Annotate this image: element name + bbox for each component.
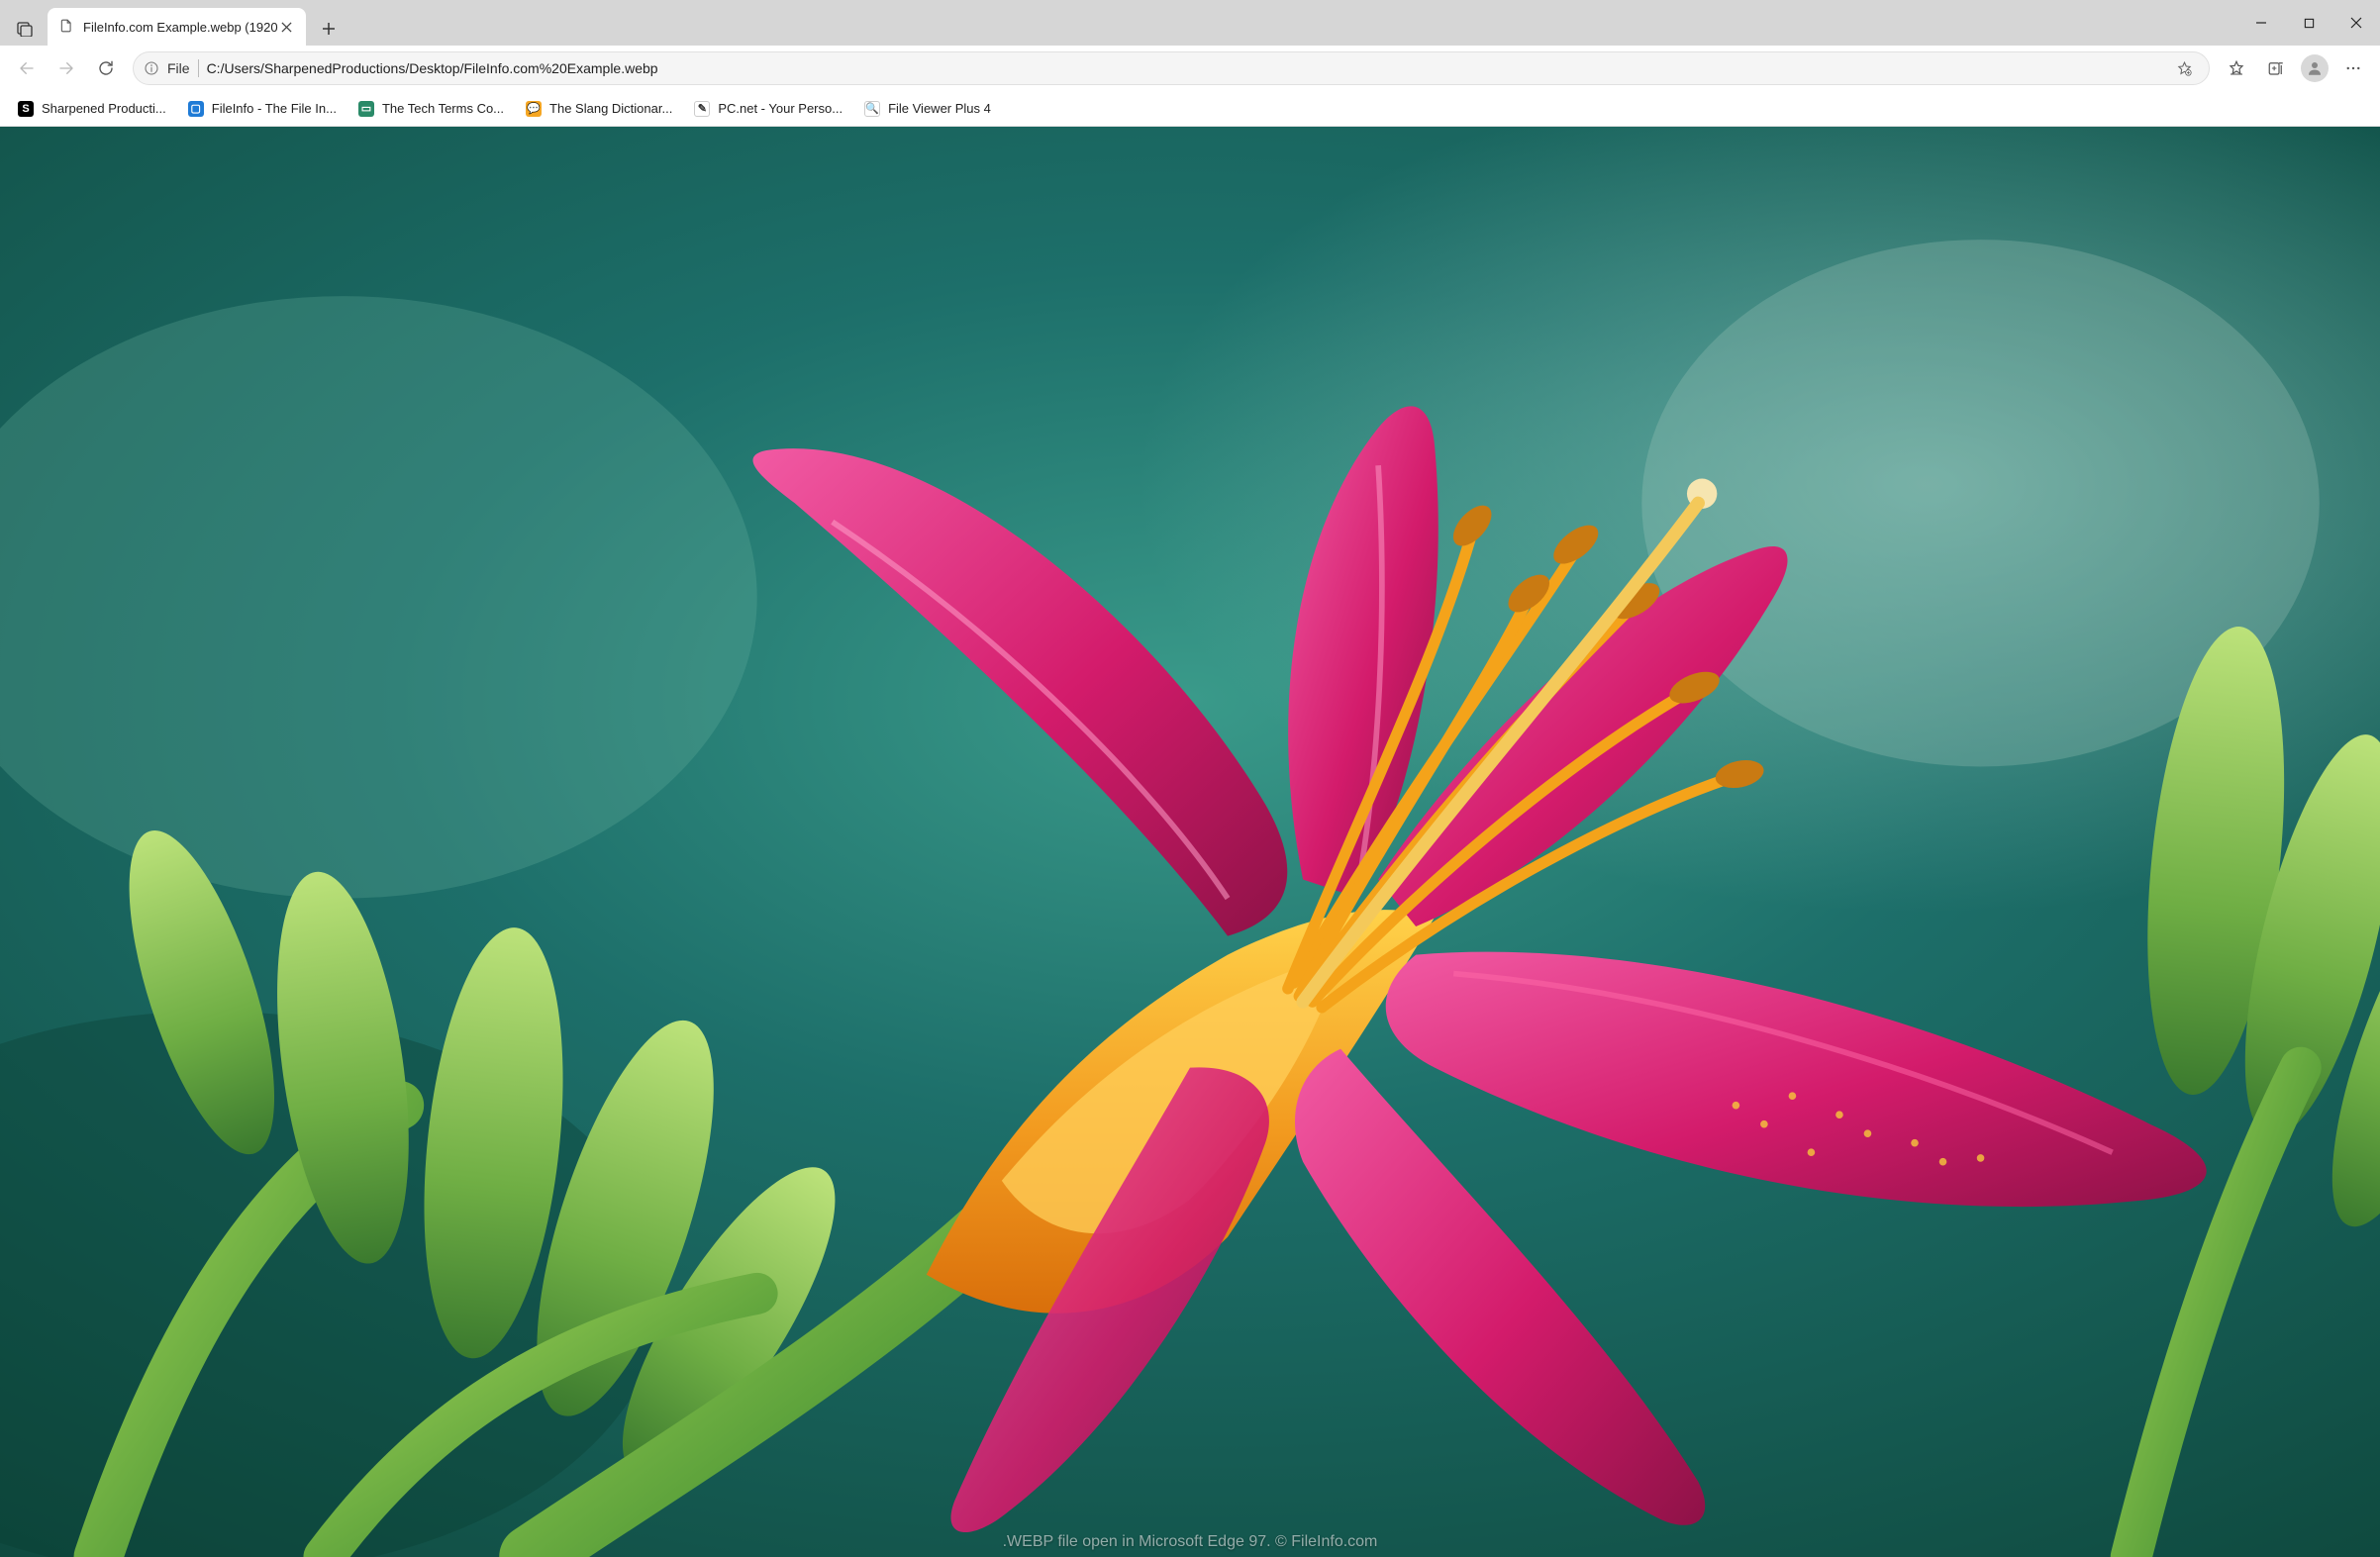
bookmark-favicon: 💬 [526, 101, 542, 117]
bookmark-label: FileInfo - The File In... [212, 101, 337, 116]
bookmark-label: The Tech Terms Co... [382, 101, 504, 116]
bookmarks-bar: S Sharpened Producti... ▢ FileInfo - The Fi… [0, 91, 2380, 127]
address-bar[interactable]: File C:/Users/SharpenedProductions/Deskt… [133, 51, 2210, 85]
favorites-button[interactable] [2218, 49, 2255, 87]
profile-avatar[interactable] [2301, 54, 2329, 82]
bookmark-favicon: ✎ [694, 101, 710, 117]
more-menu-button[interactable] [2334, 49, 2372, 87]
toolbar: File C:/Users/SharpenedProductions/Deskt… [0, 46, 2380, 91]
bookmark-favicon: ▭ [358, 101, 374, 117]
maximize-button[interactable] [2285, 0, 2332, 46]
tab-title: FileInfo.com Example.webp (1920 [83, 20, 278, 35]
forward-button[interactable] [48, 49, 85, 87]
bookmark-label: PC.net - Your Perso... [718, 101, 843, 116]
bookmark-item[interactable]: 💬 The Slang Dictionar... [518, 95, 680, 123]
bookmark-item[interactable]: ▭ The Tech Terms Co... [350, 95, 512, 123]
bookmark-favicon: S [18, 101, 34, 117]
content-viewport[interactable]: .WEBP file open in Microsoft Edge 97. © … [0, 127, 2380, 1557]
bookmark-label: The Slang Dictionar... [549, 101, 672, 116]
bookmark-item[interactable]: 🔍 File Viewer Plus 4 [856, 95, 999, 123]
url-scheme: File [167, 60, 190, 76]
url-text: C:/Users/SharpenedProductions/Desktop/Fi… [207, 60, 2161, 76]
bookmark-label: Sharpened Producti... [42, 101, 166, 116]
image-display [0, 127, 2380, 1557]
bookmark-item[interactable]: ▢ FileInfo - The File In... [180, 95, 345, 123]
favorite-star-icon[interactable] [2169, 53, 2199, 83]
divider [198, 59, 199, 77]
close-window-button[interactable] [2332, 0, 2380, 46]
collections-button[interactable] [2257, 49, 2295, 87]
site-info-icon[interactable] [144, 60, 159, 76]
minimize-button[interactable] [2237, 0, 2285, 46]
tab-actions-button[interactable] [8, 12, 42, 46]
tab-strip: FileInfo.com Example.webp (1920 [8, 0, 2237, 46]
window-controls [2237, 0, 2380, 46]
new-tab-button[interactable] [312, 12, 346, 46]
bookmark-item[interactable]: S Sharpened Producti... [10, 95, 174, 123]
bookmark-label: File Viewer Plus 4 [888, 101, 991, 116]
close-tab-button[interactable] [278, 18, 296, 36]
browser-tab[interactable]: FileInfo.com Example.webp (1920 [48, 8, 306, 46]
image-caption: .WEBP file open in Microsoft Edge 97. © … [0, 1533, 2380, 1551]
file-icon [59, 19, 75, 35]
back-button[interactable] [8, 49, 46, 87]
bookmark-favicon: ▢ [188, 101, 204, 117]
bookmark-item[interactable]: ✎ PC.net - Your Perso... [686, 95, 850, 123]
bookmark-favicon: 🔍 [864, 101, 880, 117]
refresh-button[interactable] [87, 49, 125, 87]
titlebar: FileInfo.com Example.webp (1920 [0, 0, 2380, 46]
